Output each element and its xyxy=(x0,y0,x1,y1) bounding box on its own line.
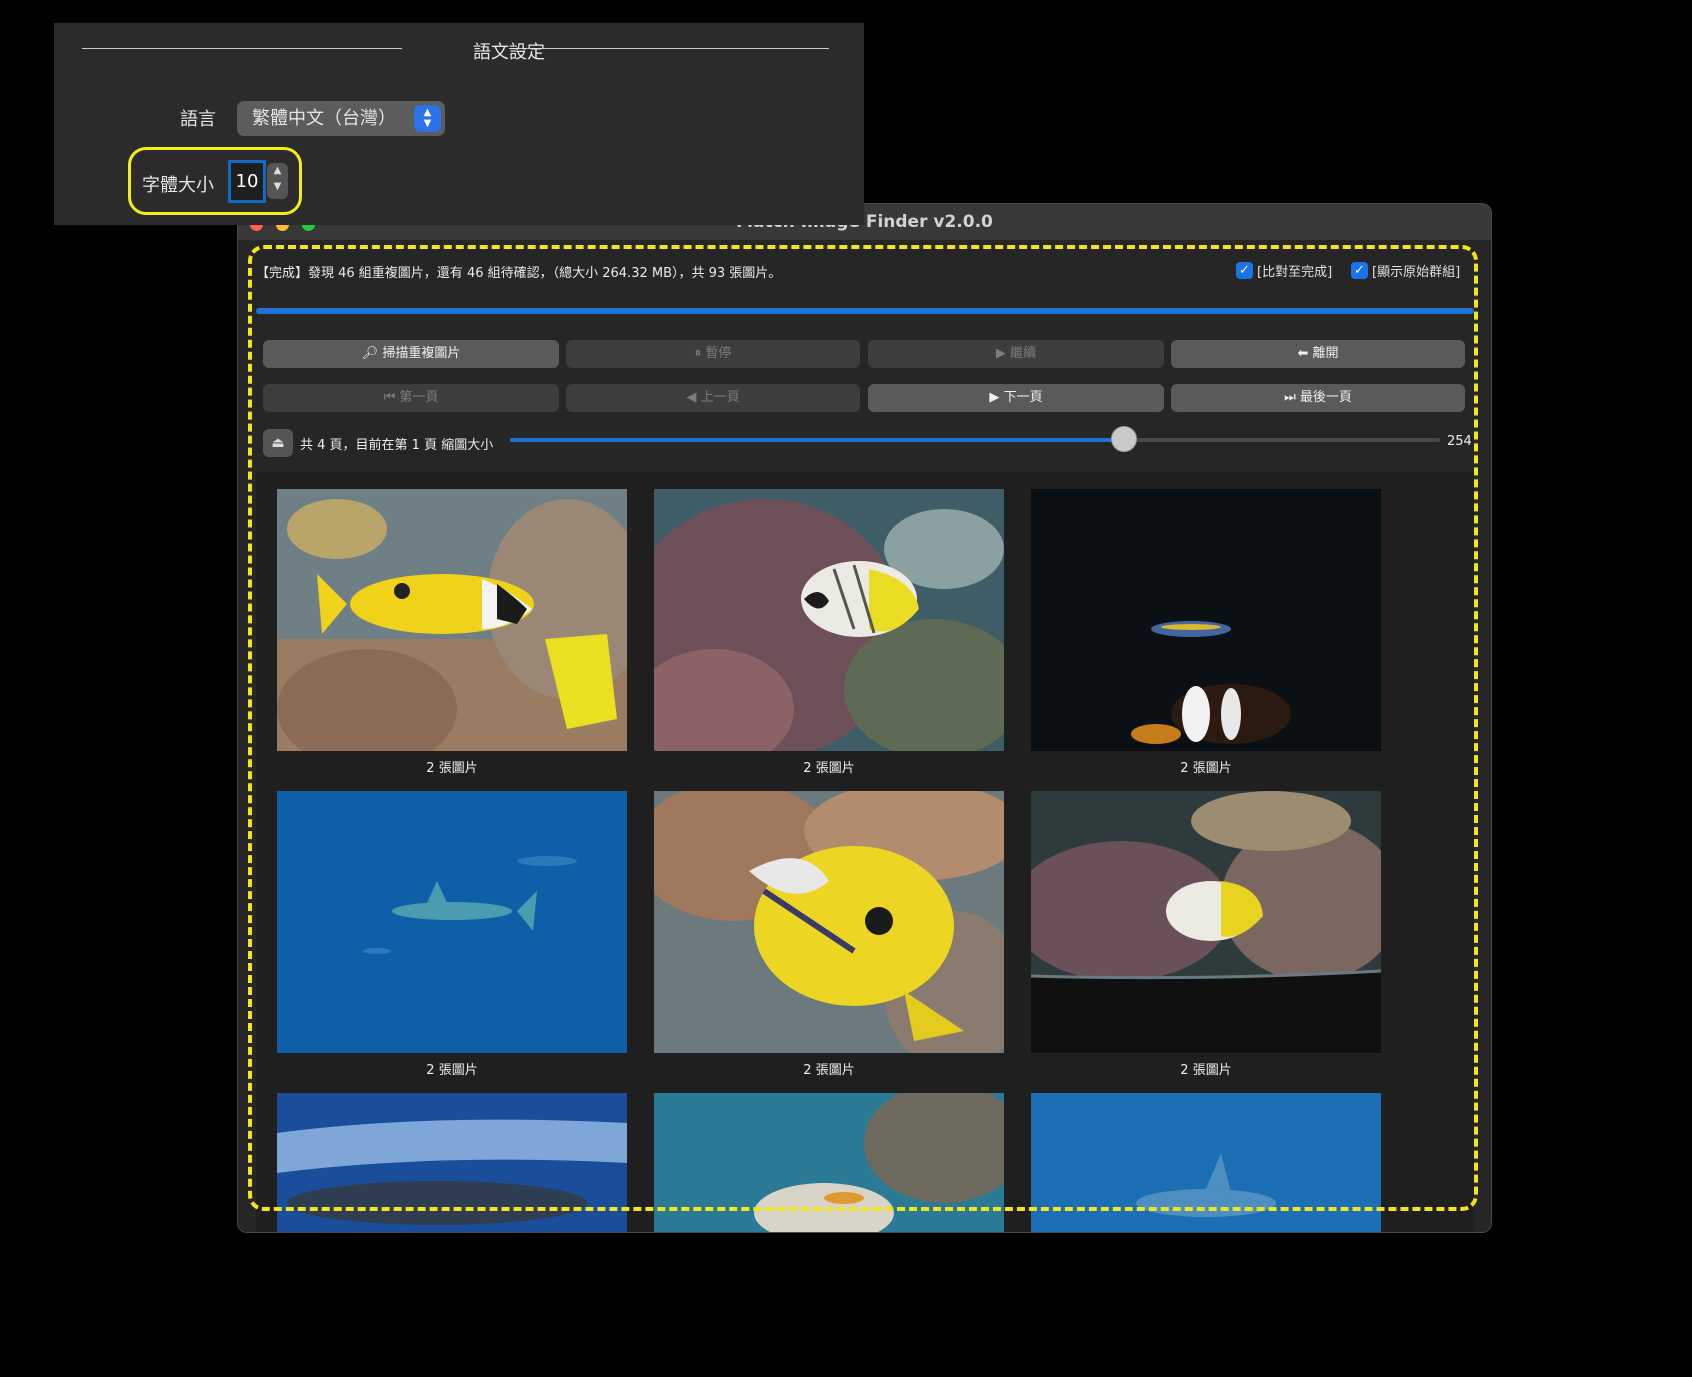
thumbnail-image[interactable] xyxy=(277,1093,627,1232)
font-size-label: 字體大小 xyxy=(142,175,214,196)
thumbnail-caption: 2 張圖片 xyxy=(426,761,478,776)
skip-start-icon: ⏮ xyxy=(383,390,396,405)
stepper-down-icon[interactable]: ▼ xyxy=(267,179,288,195)
thumbnail-image[interactable] xyxy=(277,791,627,1053)
prev-page-button[interactable]: ◀ 上一頁 xyxy=(566,384,860,412)
language-select[interactable]: 繁體中文（台灣） ▲ ▼ xyxy=(237,101,445,136)
language-value: 繁體中文（台灣） xyxy=(252,108,396,129)
pause-icon: ⏸ xyxy=(694,346,702,361)
compare-until-done-label: [比對至完成] xyxy=(1257,265,1333,280)
exit-label: 離開 xyxy=(1312,346,1339,361)
skip-end-icon: ⏭ xyxy=(1284,390,1296,405)
thumbnail-image[interactable] xyxy=(654,1093,1004,1232)
thumbnail-caption: 2 張圖片 xyxy=(426,1063,478,1078)
thumbnail-caption: 2 張圖片 xyxy=(1180,761,1232,776)
last-page-label: 最後一頁 xyxy=(1299,390,1352,405)
exit-icon: ⬅ xyxy=(1297,346,1309,361)
page-info: 共 4 頁，目前在第 1 頁 縮圖大小 xyxy=(300,438,494,453)
thumbnail-grid: 2 張圖片 2 張圖片 2 張圖片 2 張圖片 2 張圖片 2 張圖片 xyxy=(256,472,1474,1232)
progress-bar xyxy=(256,308,1474,314)
thumbnail-size-value: 254 xyxy=(1447,434,1472,449)
language-label: 語言 xyxy=(180,109,216,130)
show-original-groups-label: [顯示原始群組] xyxy=(1372,265,1461,280)
exit-button[interactable]: ⬅ 離開 xyxy=(1171,340,1465,368)
status-text: 【完成】發現 46 組重複圖片，還有 46 組待確認，（總大小 264.32 M… xyxy=(256,266,782,281)
next-page-button[interactable]: ▶ 下一頁 xyxy=(868,384,1164,412)
thumbnail-caption: 2 張圖片 xyxy=(803,761,855,776)
thumbnail-image[interactable] xyxy=(1011,791,1401,1053)
next-page-label: 下一頁 xyxy=(1003,390,1043,405)
resume-button[interactable]: ▶ 繼續 xyxy=(868,340,1164,368)
thumbnail-image[interactable] xyxy=(1031,1093,1381,1232)
thumbnail-caption: 2 張圖片 xyxy=(803,1063,855,1078)
thumbnail-size-slider[interactable] xyxy=(510,426,1440,452)
thumbnail-image[interactable] xyxy=(634,781,1024,1071)
thumbnail-image[interactable] xyxy=(1031,489,1381,751)
eject-icon[interactable]: ⏏ xyxy=(263,429,293,457)
scan-duplicates-button[interactable]: 🔎︎ 掃描重複圖片 xyxy=(263,340,559,368)
slider-knob[interactable] xyxy=(1110,426,1137,452)
compare-until-done-checkbox[interactable]: ✓ [比對至完成] xyxy=(1236,261,1332,280)
first-page-label: 第一頁 xyxy=(399,390,439,405)
language-settings-panel: 語文設定 語言 繁體中文（台灣） ▲ ▼ 字體大小 10 ▲ ▼ xyxy=(54,23,864,225)
thumbnail-caption: 2 張圖片 xyxy=(1180,1063,1232,1078)
checkmark-icon: ✓ xyxy=(1351,262,1368,279)
stepper-up-icon[interactable]: ▲ xyxy=(267,163,288,179)
slider-fill xyxy=(510,438,1124,442)
back-icon: ◀ xyxy=(686,390,697,405)
checkmark-icon: ✓ xyxy=(1236,262,1253,279)
pause-label: 暫停 xyxy=(705,346,732,361)
main-window: Match Image Finder v2.0.0 【完成】發現 46 組重複圖… xyxy=(237,203,1492,1233)
resume-label: 繼續 xyxy=(1010,346,1037,361)
first-page-button[interactable]: ⏮ 第一頁 xyxy=(263,384,559,412)
play-icon: ▶ xyxy=(989,390,1000,405)
thumbnail-image[interactable] xyxy=(624,489,1024,769)
thumbnail-image[interactable] xyxy=(277,489,647,769)
chevron-updown-icon: ▲ ▼ xyxy=(414,105,441,132)
magnifier-icon: 🔎︎ xyxy=(361,346,379,361)
divider-left xyxy=(82,48,402,49)
show-original-groups-checkbox[interactable]: ✓ [顯示原始群組] xyxy=(1351,261,1460,280)
pause-button[interactable]: ⏸ 暫停 xyxy=(566,340,860,368)
play-icon: ▶ xyxy=(995,346,1006,361)
font-size-stepper[interactable]: ▲ ▼ xyxy=(267,163,288,199)
scan-label: 掃描重複圖片 xyxy=(382,346,461,361)
section-title: 語文設定 xyxy=(473,42,545,63)
prev-page-label: 上一頁 xyxy=(700,390,740,405)
font-size-input[interactable]: 10 xyxy=(228,160,266,203)
last-page-button[interactable]: ⏭ 最後一頁 xyxy=(1171,384,1465,412)
